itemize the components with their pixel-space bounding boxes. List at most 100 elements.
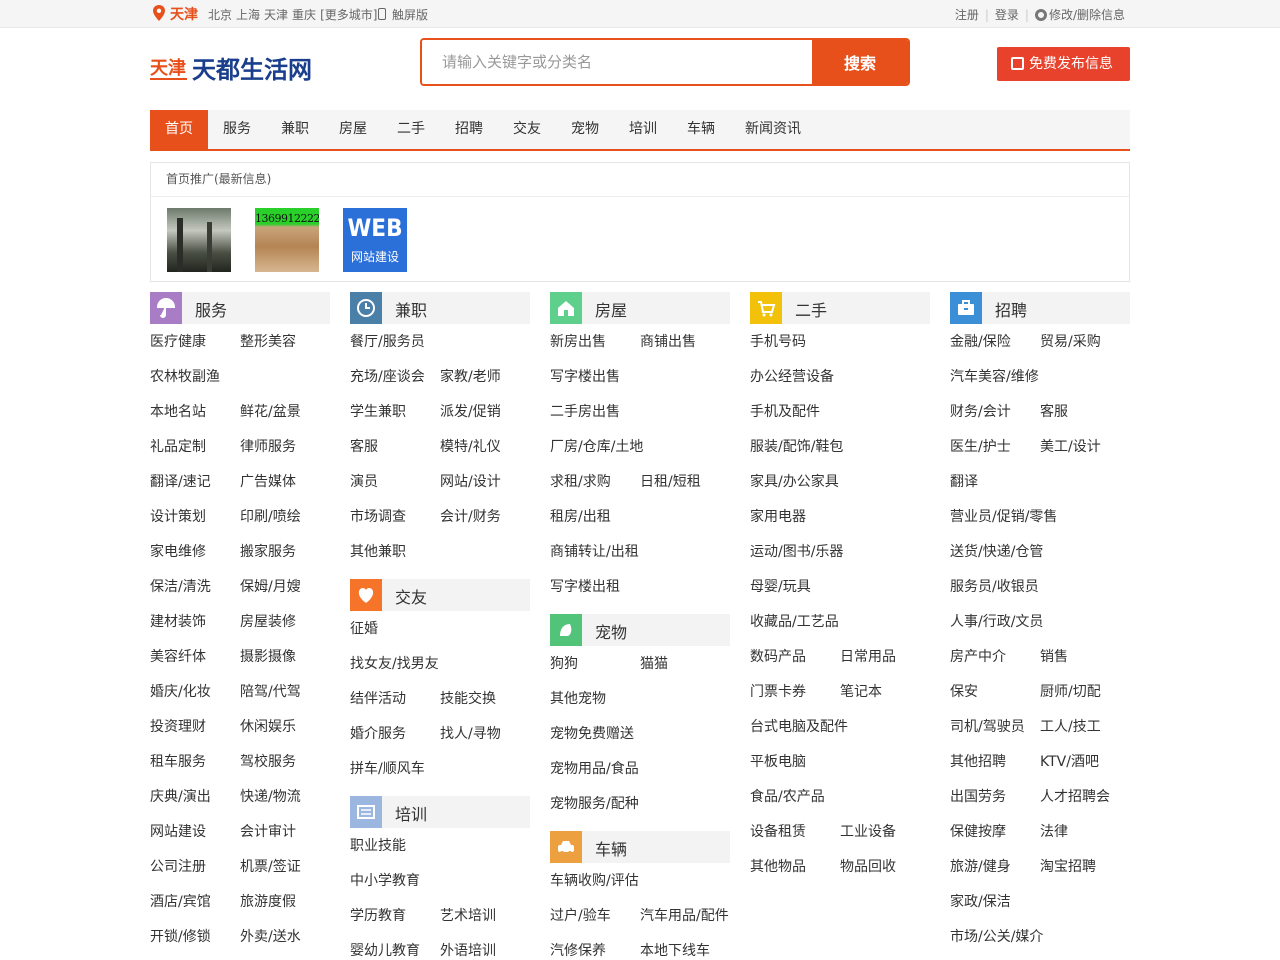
nav-pets[interactable]: 宠物: [556, 110, 614, 149]
category-link-housing[interactable]: 日租/短租: [640, 471, 701, 491]
category-link-service[interactable]: 网站建设: [150, 821, 206, 841]
category-link-service[interactable]: 家电维修: [150, 541, 206, 561]
search-input[interactable]: [422, 40, 812, 84]
more-cities-link[interactable]: [更多城市]: [320, 8, 377, 22]
category-link-secondhand[interactable]: 物品回收: [840, 856, 896, 876]
category-link-service[interactable]: 婚庆/化妆: [150, 681, 211, 701]
category-link-housing[interactable]: 租房/出租: [550, 506, 611, 526]
category-link-service[interactable]: 房屋装修: [240, 611, 296, 631]
category-link-jobs[interactable]: 市场/公关/媒介: [950, 926, 1043, 946]
category-link-secondhand[interactable]: 台式电脑及配件: [750, 716, 848, 736]
category-header-training[interactable]: 培训(0): [350, 796, 530, 828]
category-link-jobs[interactable]: 保安: [950, 681, 978, 701]
category-header-secondhand[interactable]: 二手(2): [750, 292, 930, 324]
category-link-jobs[interactable]: 淘宝招聘: [1040, 856, 1096, 876]
category-link-vehicles[interactable]: 过户/验车: [550, 905, 611, 925]
category-link-service[interactable]: 医疗健康: [150, 331, 206, 351]
category-link-service[interactable]: 酒店/宾馆: [150, 891, 211, 911]
publish-button[interactable]: 免费发布信息: [997, 47, 1130, 81]
category-link-service[interactable]: 本地名站: [150, 401, 206, 421]
category-link-service[interactable]: 开锁/修锁: [150, 926, 211, 946]
category-link-housing[interactable]: 商铺转让/出租: [550, 541, 639, 561]
category-link-service[interactable]: 搬家服务: [240, 541, 296, 561]
category-link-service[interactable]: 美容纤体: [150, 646, 206, 666]
nav-jobs[interactable]: 招聘: [440, 110, 498, 149]
category-link-service[interactable]: 庆典/演出: [150, 786, 211, 806]
category-link-service[interactable]: 建材装饰: [150, 611, 206, 631]
category-link-vehicles[interactable]: 汽车用品/配件: [640, 905, 729, 925]
category-link-service[interactable]: 设计策划: [150, 506, 206, 526]
category-link-jobs[interactable]: 工人/技工: [1040, 716, 1101, 736]
category-link-dating[interactable]: 婚介服务: [350, 723, 406, 743]
category-link-jobs[interactable]: 营业员/促销/零售: [950, 506, 1057, 526]
category-link-parttime[interactable]: 其他兼职: [350, 541, 406, 561]
nav-dating[interactable]: 交友: [498, 110, 556, 149]
category-link-housing[interactable]: 写字楼出租: [550, 576, 620, 596]
category-link-jobs[interactable]: 财务/会计: [950, 401, 1011, 421]
category-link-jobs[interactable]: 汽车美容/维修: [950, 366, 1039, 386]
category-header-parttime[interactable]: 兼职(0): [350, 292, 530, 324]
category-link-dating[interactable]: 技能交换: [440, 688, 496, 708]
city-link-chongqing[interactable]: 重庆: [292, 8, 316, 22]
category-link-service[interactable]: 休闲娱乐: [240, 716, 296, 736]
city-link-shanghai[interactable]: 上海: [236, 8, 260, 22]
category-link-jobs[interactable]: 其他招聘: [950, 751, 1006, 771]
city-link-tianjin[interactable]: 天津: [264, 8, 288, 22]
category-link-parttime[interactable]: 充场/座谈会: [350, 366, 425, 386]
category-header-pets[interactable]: 宠物(0): [550, 614, 730, 646]
category-link-training[interactable]: 学历教育: [350, 905, 406, 925]
category-link-service[interactable]: 礼品定制: [150, 436, 206, 456]
category-link-secondhand[interactable]: 门票卡券: [750, 681, 806, 701]
category-link-service[interactable]: 广告媒体: [240, 471, 296, 491]
nav-home[interactable]: 首页: [150, 110, 208, 149]
category-link-jobs[interactable]: 人事/行政/文员: [950, 611, 1043, 631]
category-link-training[interactable]: 婴幼儿教育: [350, 940, 420, 960]
category-header-service[interactable]: 服务(1): [150, 292, 330, 324]
category-link-service[interactable]: 快递/物流: [240, 786, 301, 806]
category-link-service[interactable]: 驾校服务: [240, 751, 296, 771]
category-link-parttime[interactable]: 餐厅/服务员: [350, 331, 425, 351]
category-link-jobs[interactable]: 法律: [1040, 821, 1068, 841]
category-link-vehicles[interactable]: 本地下线车: [640, 940, 710, 960]
category-link-parttime[interactable]: 学生兼职: [350, 401, 406, 421]
category-link-jobs[interactable]: 送货/快递/仓管: [950, 541, 1043, 561]
category-link-service[interactable]: 翻译/速记: [150, 471, 211, 491]
category-link-parttime[interactable]: 客服: [350, 436, 378, 456]
category-link-service[interactable]: 农林牧副渔: [150, 366, 220, 386]
category-link-parttime[interactable]: 市场调查: [350, 506, 406, 526]
category-link-pets[interactable]: 其他宠物: [550, 688, 606, 708]
category-header-housing[interactable]: 房屋(0): [550, 292, 730, 324]
category-link-housing[interactable]: 厂房/仓库/土地: [550, 436, 643, 456]
category-link-housing[interactable]: 商铺出售: [640, 331, 696, 351]
search-button[interactable]: 搜索: [812, 40, 908, 84]
category-link-housing[interactable]: 写字楼出售: [550, 366, 620, 386]
category-link-dating[interactable]: 拼车/顺风车: [350, 758, 425, 778]
category-header-vehicles[interactable]: 车辆(0): [550, 831, 730, 863]
category-link-service[interactable]: 会计审计: [240, 821, 296, 841]
category-link-secondhand[interactable]: 日常用品: [840, 646, 896, 666]
nav-news[interactable]: 新闻资讯: [730, 110, 816, 149]
category-link-jobs[interactable]: 客服: [1040, 401, 1068, 421]
category-link-service[interactable]: 保洁/清洗: [150, 576, 211, 596]
category-link-service[interactable]: 公司注册: [150, 856, 206, 876]
category-link-training[interactable]: 职业技能: [350, 835, 406, 855]
category-link-jobs[interactable]: 厨师/切配: [1040, 681, 1101, 701]
category-link-secondhand[interactable]: 家用电器: [750, 506, 806, 526]
category-link-training[interactable]: 中小学教育: [350, 870, 420, 890]
category-link-service[interactable]: 摄影摄像: [240, 646, 296, 666]
promo-thumb-ginseng[interactable]: 13699122227: [255, 208, 319, 272]
category-link-jobs[interactable]: 房产中介: [950, 646, 1006, 666]
category-link-jobs[interactable]: 贸易/采购: [1040, 331, 1101, 351]
category-link-secondhand[interactable]: 服装/配饰/鞋包: [750, 436, 843, 456]
category-link-secondhand[interactable]: 设备租赁: [750, 821, 806, 841]
category-link-jobs[interactable]: 销售: [1040, 646, 1068, 666]
nav-secondhand[interactable]: 二手: [382, 110, 440, 149]
edit-delete-link[interactable]: 修改/删除信息: [1034, 8, 1125, 22]
category-link-jobs[interactable]: 家政/保洁: [950, 891, 1011, 911]
category-link-jobs[interactable]: 司机/驾驶员: [950, 716, 1025, 736]
login-link[interactable]: 登录: [995, 8, 1019, 22]
category-link-pets[interactable]: 猫猫: [640, 653, 668, 673]
category-link-secondhand[interactable]: 平板电脑: [750, 751, 806, 771]
city-link-beijing[interactable]: 北京: [208, 8, 232, 22]
category-link-dating[interactable]: 结伴活动: [350, 688, 406, 708]
